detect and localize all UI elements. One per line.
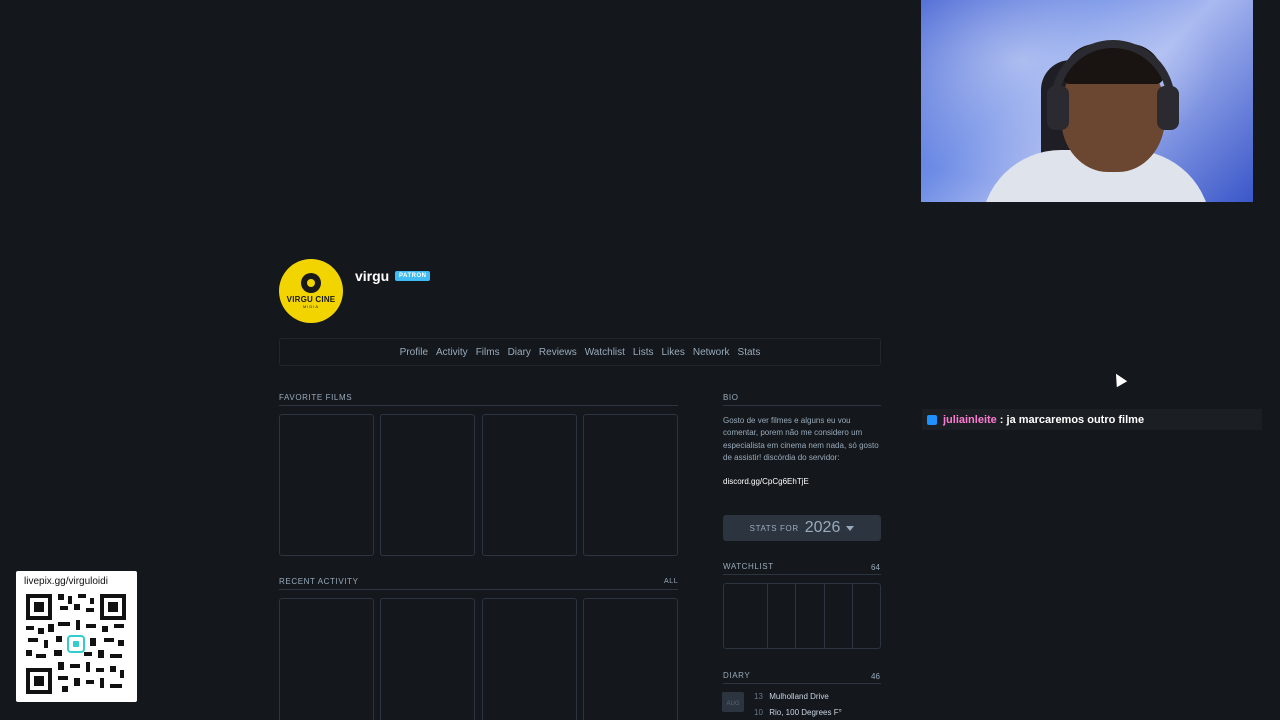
chat-username: juliainleite bbox=[943, 413, 997, 426]
bio-heading: BIO bbox=[723, 393, 739, 402]
recent-activity-poster[interactable] bbox=[583, 598, 678, 720]
stats-for-label: STATS FOR bbox=[749, 523, 799, 533]
watchlist-poster-edge bbox=[824, 583, 825, 649]
diary-entry-film[interactable]: Rio, 100 Degrees F° bbox=[769, 708, 842, 717]
recent-activity-all-link[interactable]: ALL bbox=[664, 578, 678, 585]
profile-nav: Profile Activity Films Diary Reviews Wat… bbox=[279, 338, 881, 366]
nav-likes[interactable]: Likes bbox=[657, 347, 688, 358]
bio-text: Gosto de ver filmes e alguns eu vou come… bbox=[723, 416, 879, 462]
headset-earcup-right bbox=[1157, 86, 1179, 130]
favorite-film-poster[interactable] bbox=[482, 414, 577, 556]
watchlist-divider bbox=[723, 574, 881, 575]
film-reel-icon bbox=[301, 273, 321, 293]
webcam-feed bbox=[921, 0, 1253, 202]
diary-count: 46 bbox=[871, 672, 880, 681]
bio-divider bbox=[723, 405, 881, 406]
nav-diary[interactable]: Diary bbox=[504, 347, 535, 358]
favorite-film-poster[interactable] bbox=[380, 414, 475, 556]
nav-lists[interactable]: Lists bbox=[629, 347, 658, 358]
watchlist-count: 64 bbox=[871, 563, 880, 572]
diary-entry-day: 10 bbox=[754, 708, 763, 717]
avatar-brand: VIRGU CINE bbox=[286, 295, 336, 304]
watchlist-poster-edge bbox=[852, 583, 853, 649]
recent-activity-poster[interactable] bbox=[482, 598, 577, 720]
favorite-film-poster[interactable] bbox=[279, 414, 374, 556]
nav-profile[interactable]: Profile bbox=[396, 347, 432, 358]
nav-films[interactable]: Films bbox=[472, 347, 504, 358]
qr-url: livepix.gg/virguloidi bbox=[24, 576, 108, 587]
headset-earcup-left bbox=[1047, 86, 1069, 130]
diary-entry[interactable]: 13 Mulholland Drive bbox=[754, 692, 829, 701]
calendar-icon: AUG bbox=[722, 692, 744, 712]
diary-entry-day: 13 bbox=[754, 692, 763, 701]
chat-badge-icon bbox=[927, 414, 937, 425]
favorite-films-heading: FAVORITE FILMS bbox=[279, 393, 353, 402]
recent-activity-poster[interactable] bbox=[380, 598, 475, 720]
avatar[interactable]: VIRGU CINE MIDIA bbox=[279, 259, 343, 323]
watchlist-heading[interactable]: WATCHLIST bbox=[723, 562, 774, 571]
chat-message: juliainleite : ja marcaremos outro filme bbox=[922, 409, 1262, 430]
nav-network[interactable]: Network bbox=[689, 347, 734, 358]
diary-entry[interactable]: 10 Rio, 100 Degrees F° bbox=[754, 708, 842, 717]
favorite-film-poster[interactable] bbox=[583, 414, 678, 556]
stats-for-year-button[interactable]: STATS FOR 2026 bbox=[723, 515, 881, 541]
recent-activity-divider bbox=[279, 589, 678, 590]
watchlist-poster-stack[interactable] bbox=[723, 583, 881, 649]
diary-entry-film[interactable]: Mulholland Drive bbox=[769, 692, 829, 701]
diary-divider bbox=[723, 683, 881, 684]
profile-username: virgu bbox=[355, 268, 390, 284]
qr-code-icon bbox=[24, 592, 128, 696]
bio-discord-link[interactable]: discord.gg/CpCg6EhTjE bbox=[723, 477, 809, 486]
recent-activity-poster[interactable] bbox=[279, 598, 374, 720]
patron-badge: PATRON bbox=[395, 271, 431, 281]
nav-stats[interactable]: Stats bbox=[734, 347, 765, 358]
chat-text: : ja marcaremos outro filme bbox=[999, 413, 1145, 426]
favorite-films-divider bbox=[279, 405, 678, 406]
nav-watchlist[interactable]: Watchlist bbox=[581, 347, 629, 358]
caret-down-icon bbox=[846, 525, 855, 531]
watchlist-poster-edge bbox=[795, 583, 796, 649]
watchlist-poster-edge bbox=[767, 583, 768, 649]
nav-reviews[interactable]: Reviews bbox=[535, 347, 581, 358]
diary-heading[interactable]: DIARY bbox=[723, 671, 750, 680]
recent-activity-heading: RECENT ACTIVITY bbox=[279, 577, 359, 586]
stats-year: 2026 bbox=[804, 519, 841, 536]
avatar-sub: MIDIA bbox=[302, 304, 320, 309]
nav-activity[interactable]: Activity bbox=[432, 347, 472, 358]
mouse-cursor-icon bbox=[1110, 370, 1128, 388]
